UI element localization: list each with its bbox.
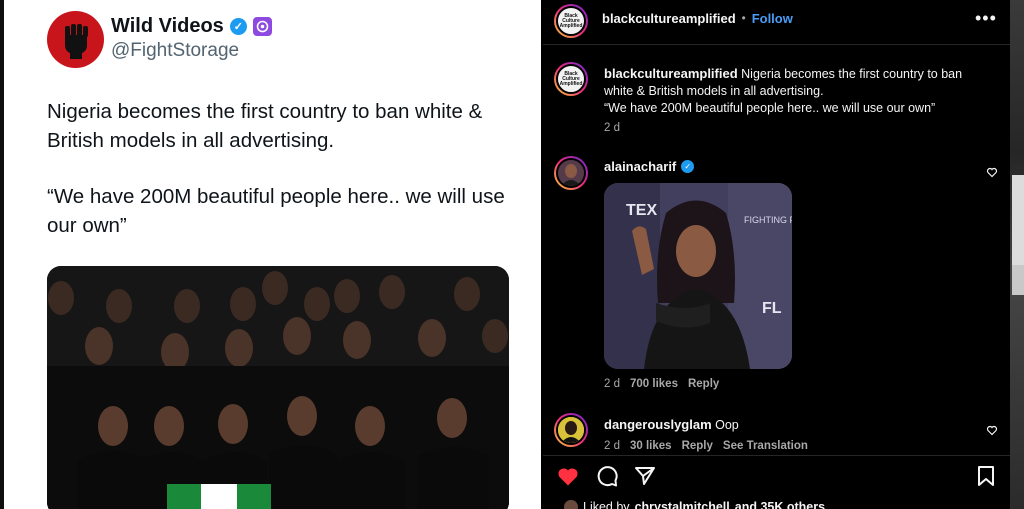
header-divider: [543, 44, 1010, 45]
comment-text: Oop: [715, 418, 739, 432]
comment-timestamp: 2 d: [604, 378, 620, 390]
caption-quote: “We have 200M beautiful people here.. we…: [604, 101, 936, 115]
comment-image[interactable]: FIGHTING FO TEX FL: [604, 183, 792, 369]
post-header: blackcultureamplified • Follow: [602, 11, 793, 26]
caption-avatar-logo: Black Culture Amplified: [556, 64, 586, 94]
tweet-text: Nigeria becomes the first country to ban…: [47, 100, 483, 152]
avatar-photo: [556, 415, 586, 445]
caption-timestamp: 2 d: [604, 122, 620, 134]
instagram-post-panel: Black Culture Amplified blackcultureampl…: [543, 0, 1010, 509]
liked-by-label: Liked by: [583, 500, 630, 509]
verified-badge-icon: ✓: [229, 18, 247, 35]
tweet-avatar[interactable]: [47, 11, 104, 68]
comment-like-heart-icon[interactable]: [986, 424, 998, 436]
more-options-icon[interactable]: •••: [975, 8, 997, 29]
comment-timestamp: 2 d: [604, 440, 620, 452]
woman-waving-photo: FIGHTING FO TEX FL: [604, 183, 792, 369]
liked-by-user[interactable]: chrystalmitchell: [635, 500, 730, 509]
caption-avatar[interactable]: Black Culture Amplified: [554, 62, 588, 96]
raised-fist-icon: [64, 23, 88, 59]
background-window-edge: [1010, 0, 1024, 509]
like-heart-icon[interactable]: [556, 464, 580, 488]
liker-avatar: [564, 500, 578, 509]
comment-avatar[interactable]: [554, 413, 588, 447]
comment-meta: 2 d 700 likes Reply: [604, 378, 719, 390]
tweet-media-image[interactable]: [47, 266, 509, 509]
actions-divider: [543, 455, 1010, 456]
backdrop-text-2: TEX: [626, 202, 657, 219]
tweet-display-name[interactable]: Wild Videos: [111, 15, 224, 38]
share-send-icon[interactable]: [633, 464, 657, 488]
author-avatar-logo: Black Culture Amplified: [556, 6, 586, 36]
reply-button[interactable]: Reply: [688, 378, 719, 390]
comment-like-heart-icon[interactable]: [986, 166, 998, 178]
post-author-name[interactable]: blackcultureamplified: [602, 11, 736, 26]
liked-by-others[interactable]: and 35K others: [735, 500, 825, 509]
liked-by-row: Liked by chrystalmitchell and 35K others: [564, 500, 825, 509]
see-translation-link[interactable]: See Translation: [723, 440, 808, 452]
header-separator: •: [741, 12, 746, 25]
save-bookmark-icon[interactable]: [974, 464, 998, 488]
author-avatar[interactable]: Black Culture Amplified: [554, 4, 588, 38]
comment-author-name[interactable]: alainacharif: [604, 159, 676, 174]
caption: blackcultureamplified Nigeria becomes th…: [604, 65, 984, 117]
comment-body: dangerouslyglam Oop: [604, 417, 739, 432]
backdrop-text-1: FIGHTING FO: [744, 215, 792, 225]
tweet-handle[interactable]: @FightStorage: [111, 40, 239, 62]
caption-author-name[interactable]: blackcultureamplified: [604, 66, 738, 81]
backdrop-text-3: FL: [762, 300, 782, 317]
avatar-photo: [556, 158, 586, 188]
follow-button[interactable]: Follow: [752, 11, 793, 26]
comment-bubble-icon[interactable]: [595, 464, 619, 488]
comment-author-name[interactable]: dangerouslyglam: [604, 417, 712, 432]
tweet-quote: “We have 200M beautiful people here.. we…: [47, 185, 505, 237]
verified-badge-icon: ✓: [681, 160, 695, 173]
tweet-card: Wild Videos ✓ @FightStorage Nigeria beco…: [4, 0, 541, 509]
affiliate-badge-icon: [252, 17, 272, 36]
tweet-author-row: Wild Videos ✓: [111, 15, 272, 38]
group-of-models-photo: [47, 266, 509, 509]
comment-meta: 2 d 30 likes Reply See Translation: [604, 440, 808, 452]
comment-avatar[interactable]: [554, 156, 588, 190]
reply-button[interactable]: Reply: [682, 440, 713, 452]
comment-likes[interactable]: 30 likes: [630, 440, 672, 452]
comment-likes[interactable]: 700 likes: [630, 378, 678, 390]
comment-header: alainacharif ✓: [604, 159, 695, 174]
